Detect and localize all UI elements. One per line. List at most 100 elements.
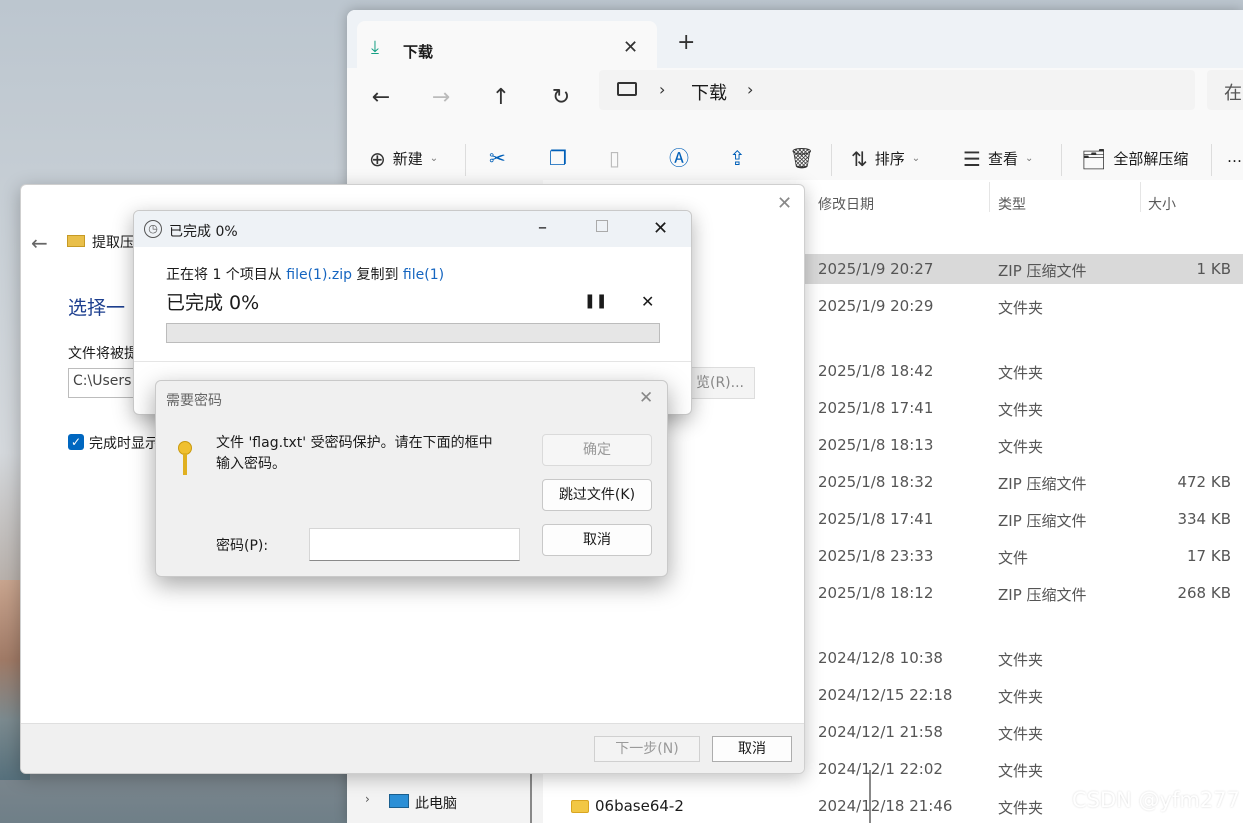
cell-type: ZIP 压缩文件 xyxy=(998,586,1087,604)
wizard-title: 提取压 xyxy=(92,235,134,251)
skip-file-button[interactable]: 跳过文件(K) xyxy=(542,479,652,511)
up-arrow-icon[interactable]: ↑ xyxy=(483,80,519,116)
close-icon[interactable]: ✕ xyxy=(639,388,653,408)
close-icon[interactable]: ✕ xyxy=(777,193,792,214)
copy-button[interactable]: ❐ xyxy=(549,148,567,168)
divider xyxy=(831,144,832,176)
view-list-icon: ☰ xyxy=(963,146,981,171)
wizard-heading: 选择一 xyxy=(68,297,126,319)
sort-label: 排序 xyxy=(874,150,905,168)
dialog-title: 已完成 0% xyxy=(169,224,238,240)
refresh-icon[interactable]: ↻ xyxy=(543,80,579,116)
clipboard-icon: ▯ xyxy=(609,146,621,170)
column-header-type[interactable]: 类型 xyxy=(998,194,1026,214)
copy-prefix: 正在将 1 个项目从 xyxy=(166,267,287,283)
cell-size: 1 KB xyxy=(1196,260,1231,278)
cancel-icon[interactable]: ✕ xyxy=(641,292,654,311)
chevron-down-icon: ⌄ xyxy=(429,153,439,164)
show-files-label: 完成时显示 xyxy=(89,436,159,452)
view-button[interactable]: ☰ 查看 ⌄ xyxy=(963,148,1033,169)
cell-type: 文件夹 xyxy=(998,688,1044,706)
address-bar[interactable]: › 下载 › xyxy=(599,70,1195,110)
sort-icon: ⇅ xyxy=(851,146,868,171)
extract-all-button[interactable]: 🗂 全部解压缩 xyxy=(1081,148,1188,169)
cell-type: 文件夹 xyxy=(998,299,1044,317)
paste-button[interactable]: ▯ xyxy=(609,148,620,168)
cell-type: 文件夹 xyxy=(998,401,1044,419)
more-icon: … xyxy=(1227,148,1242,166)
cell-date: 2024/12/8 10:38 xyxy=(818,649,943,667)
zip-folder-icon: 🗂 xyxy=(1081,146,1107,171)
password-input[interactable] xyxy=(309,528,520,561)
tab-title: 下载 xyxy=(403,43,434,61)
cancel-button[interactable]: 取消 xyxy=(712,736,792,762)
share-icon: ⇪ xyxy=(729,146,746,170)
destination-label: 文件将被提 xyxy=(68,346,138,362)
trash-icon: 🗑 xyxy=(789,146,815,170)
scissors-icon: ✂ xyxy=(489,146,506,170)
cell-date: 2025/1/9 20:29 xyxy=(818,297,934,315)
close-icon[interactable]: ✕ xyxy=(653,218,668,239)
column-separator xyxy=(1140,182,1141,212)
pause-icon[interactable]: ❚❚ xyxy=(584,293,607,309)
forward-arrow-icon[interactable]: → xyxy=(423,80,459,116)
sort-button[interactable]: ⇅ 排序 ⌄ xyxy=(851,148,920,169)
divider xyxy=(134,361,691,362)
watermark: CSDN @yfm277 xyxy=(1072,788,1240,812)
cell-name: 06base64-2 xyxy=(595,797,684,815)
password-message-line2: 输入密码。 xyxy=(216,456,286,472)
column-header-date[interactable]: 修改日期 xyxy=(818,194,874,214)
sidebar-item-this-pc[interactable]: › 此电脑 xyxy=(347,780,542,823)
maximize-icon[interactable] xyxy=(596,220,608,232)
chevron-right-icon[interactable]: › xyxy=(747,80,753,99)
breadcrumb-downloads[interactable]: 下载 xyxy=(691,79,727,105)
new-button[interactable]: ⊕ 新建 ⌄ xyxy=(369,148,438,169)
cancel-button[interactable]: 取消 xyxy=(542,524,652,556)
zip-folder-icon xyxy=(67,235,85,247)
password-message: 文件 'flag.txt' 受密码保护。请在下面的框中 输入密码。 xyxy=(216,433,493,475)
chevron-right-icon[interactable]: › xyxy=(365,792,370,806)
cell-type: 文件夹 xyxy=(998,438,1044,456)
title-bar: ◷ 已完成 0% – ✕ xyxy=(134,211,691,247)
cell-date: 2024/12/15 22:18 xyxy=(818,686,953,704)
close-tab-icon[interactable]: ✕ xyxy=(623,37,638,58)
copy-icon: ❐ xyxy=(549,146,567,170)
destination-link[interactable]: file(1) xyxy=(403,267,444,283)
source-link[interactable]: file(1).zip xyxy=(286,267,352,283)
this-pc-icon xyxy=(617,82,637,96)
cell-type: 文件 xyxy=(998,549,1029,567)
folder-icon xyxy=(571,800,589,813)
next-button[interactable]: 下一步(N) xyxy=(594,736,700,762)
cut-button[interactable]: ✂ xyxy=(489,148,506,168)
download-icon: ⤓ xyxy=(371,37,379,58)
cell-size: 472 KB xyxy=(1177,473,1231,491)
search-box[interactable]: 在 xyxy=(1207,70,1243,110)
cell-type: ZIP 压缩文件 xyxy=(998,512,1087,530)
share-button[interactable]: ⇪ xyxy=(729,148,746,168)
plus-circle-icon: ⊕ xyxy=(369,146,386,171)
delete-button[interactable]: 🗑 xyxy=(789,148,814,168)
progress-status: 已完成 0% xyxy=(166,292,260,314)
more-button[interactable]: … xyxy=(1227,148,1242,166)
new-tab-icon[interactable]: + xyxy=(677,30,695,55)
extract-all-label: 全部解压缩 xyxy=(1113,150,1189,168)
browse-button[interactable]: 览(R)... xyxy=(685,367,755,399)
ok-button[interactable]: 确定 xyxy=(542,434,652,466)
back-arrow-icon[interactable]: ← xyxy=(31,231,48,255)
chevron-right-icon[interactable]: › xyxy=(659,80,665,99)
key-icon-shaft xyxy=(183,453,187,475)
scrollbar[interactable] xyxy=(530,770,532,823)
cell-date: 2025/1/8 18:42 xyxy=(818,362,934,380)
scrollbar[interactable] xyxy=(869,770,871,823)
chevron-down-icon: ⌄ xyxy=(911,153,921,164)
column-header-size[interactable]: 大小 xyxy=(1148,194,1176,214)
cell-date: 2025/1/8 17:41 xyxy=(818,399,934,417)
minimize-icon[interactable]: – xyxy=(538,217,547,238)
tab-downloads[interactable]: ⤓ 下载 ✕ xyxy=(357,21,657,68)
sidebar-item-label: 此电脑 xyxy=(415,796,457,812)
show-files-checkbox[interactable]: ✓ xyxy=(68,434,84,450)
rename-button[interactable]: Ⓐ xyxy=(669,148,689,168)
cell-size: 334 KB xyxy=(1177,510,1231,528)
back-arrow-icon[interactable]: ← xyxy=(363,80,399,116)
cell-date: 2025/1/8 23:33 xyxy=(818,547,934,565)
